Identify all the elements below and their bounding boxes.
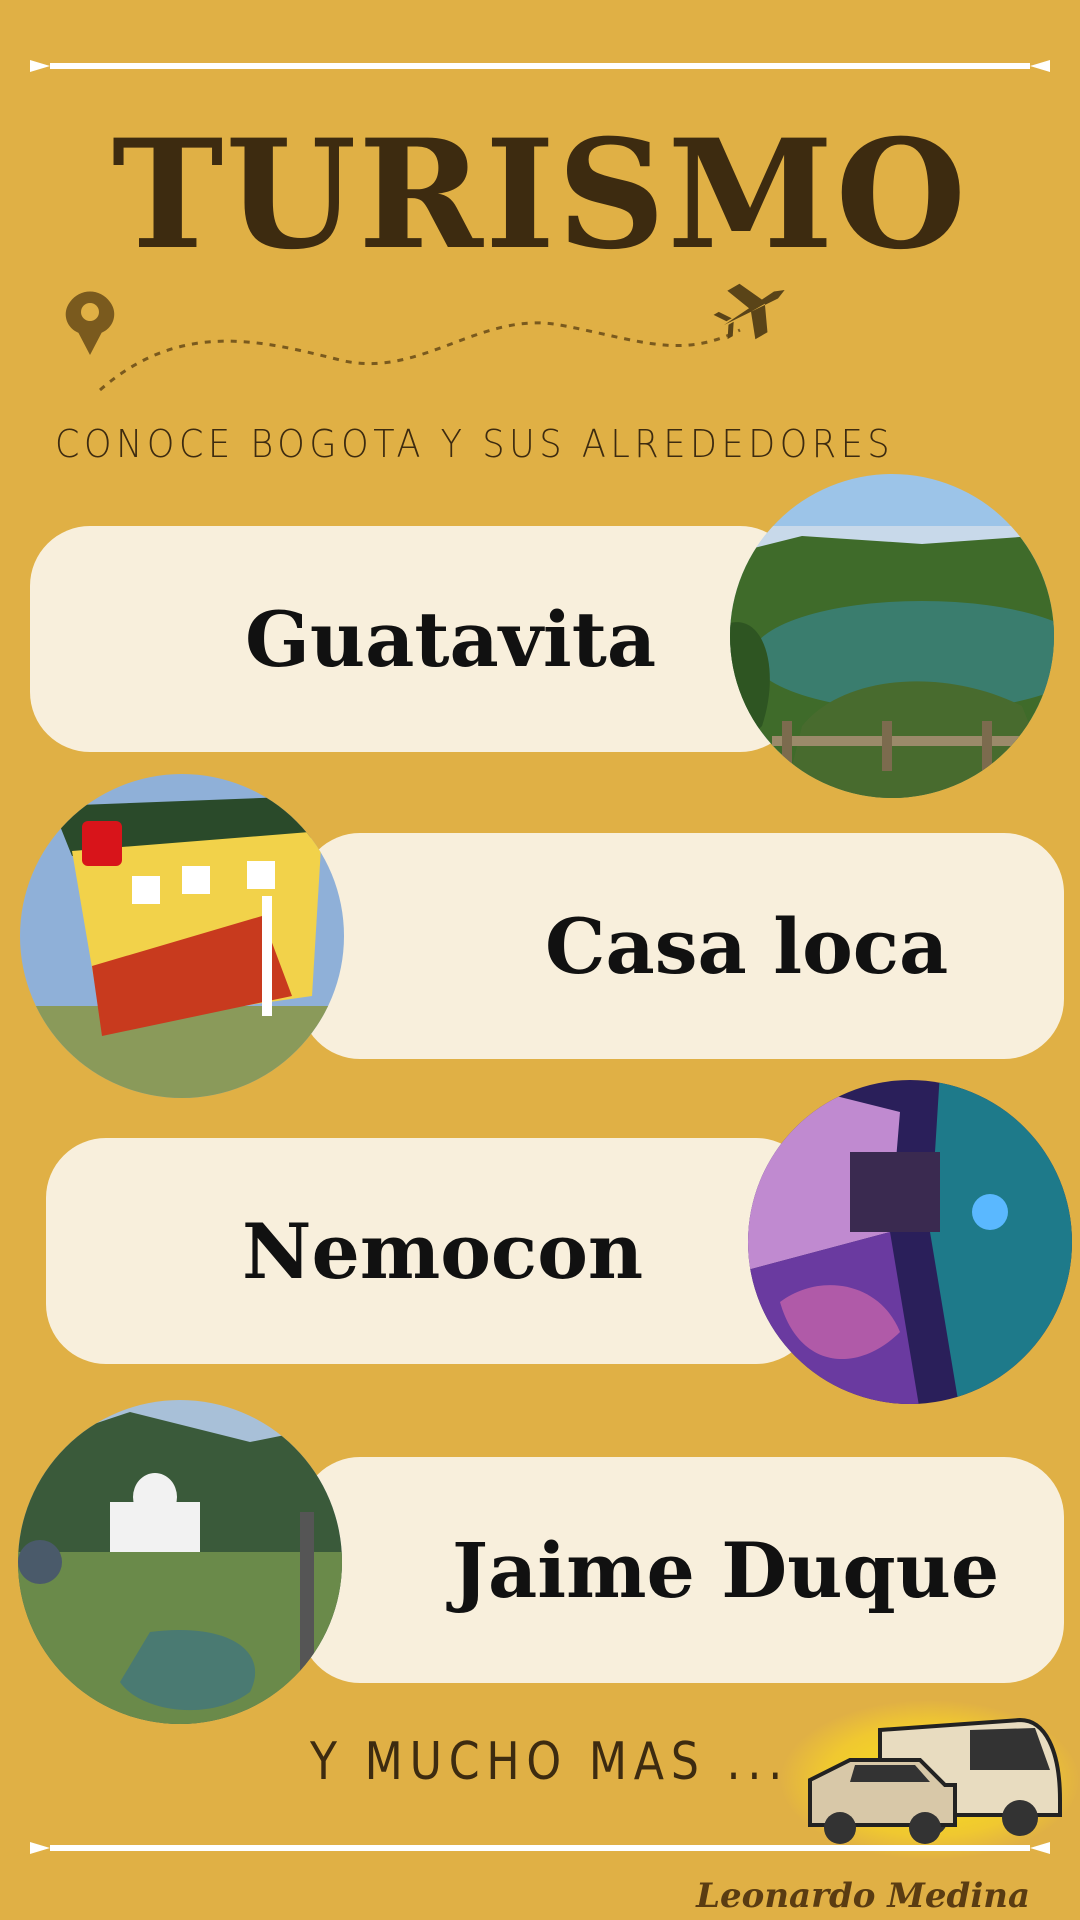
theme-park-photo — [18, 1400, 342, 1724]
top-divider — [30, 60, 1050, 72]
author-signature: Leonardo Medina — [696, 1876, 1030, 1916]
destination-card-casa-loca[interactable]: Casa loca — [300, 833, 1064, 1059]
upside-down-house-photo — [20, 774, 344, 1098]
destination-name: Jaime Duque — [452, 1525, 1000, 1615]
route-illustration — [65, 283, 785, 392]
car-and-van-icon — [780, 1700, 1080, 1860]
bottom-divider — [30, 1842, 1050, 1854]
destination-name: Casa loca — [545, 901, 949, 991]
destination-name: Nemocon — [242, 1206, 644, 1296]
destination-name: Guatavita — [245, 594, 657, 684]
location-pin-icon — [65, 291, 115, 355]
lake-photo — [730, 474, 1054, 798]
airplane-icon — [713, 283, 785, 340]
destination-card-jaime-duque[interactable]: Jaime Duque — [300, 1457, 1064, 1683]
salt-mine-photo — [748, 1080, 1072, 1404]
page-title: TURISMO — [111, 107, 969, 283]
destination-card-guatavita[interactable]: Guatavita — [30, 526, 800, 752]
more-text: Y MUCHO MAS ... — [310, 1732, 790, 1792]
subtitle: CONOCE BOGOTA Y SUS ALREDEDORES — [55, 422, 895, 466]
destination-card-nemocon[interactable]: Nemocon — [46, 1138, 816, 1364]
